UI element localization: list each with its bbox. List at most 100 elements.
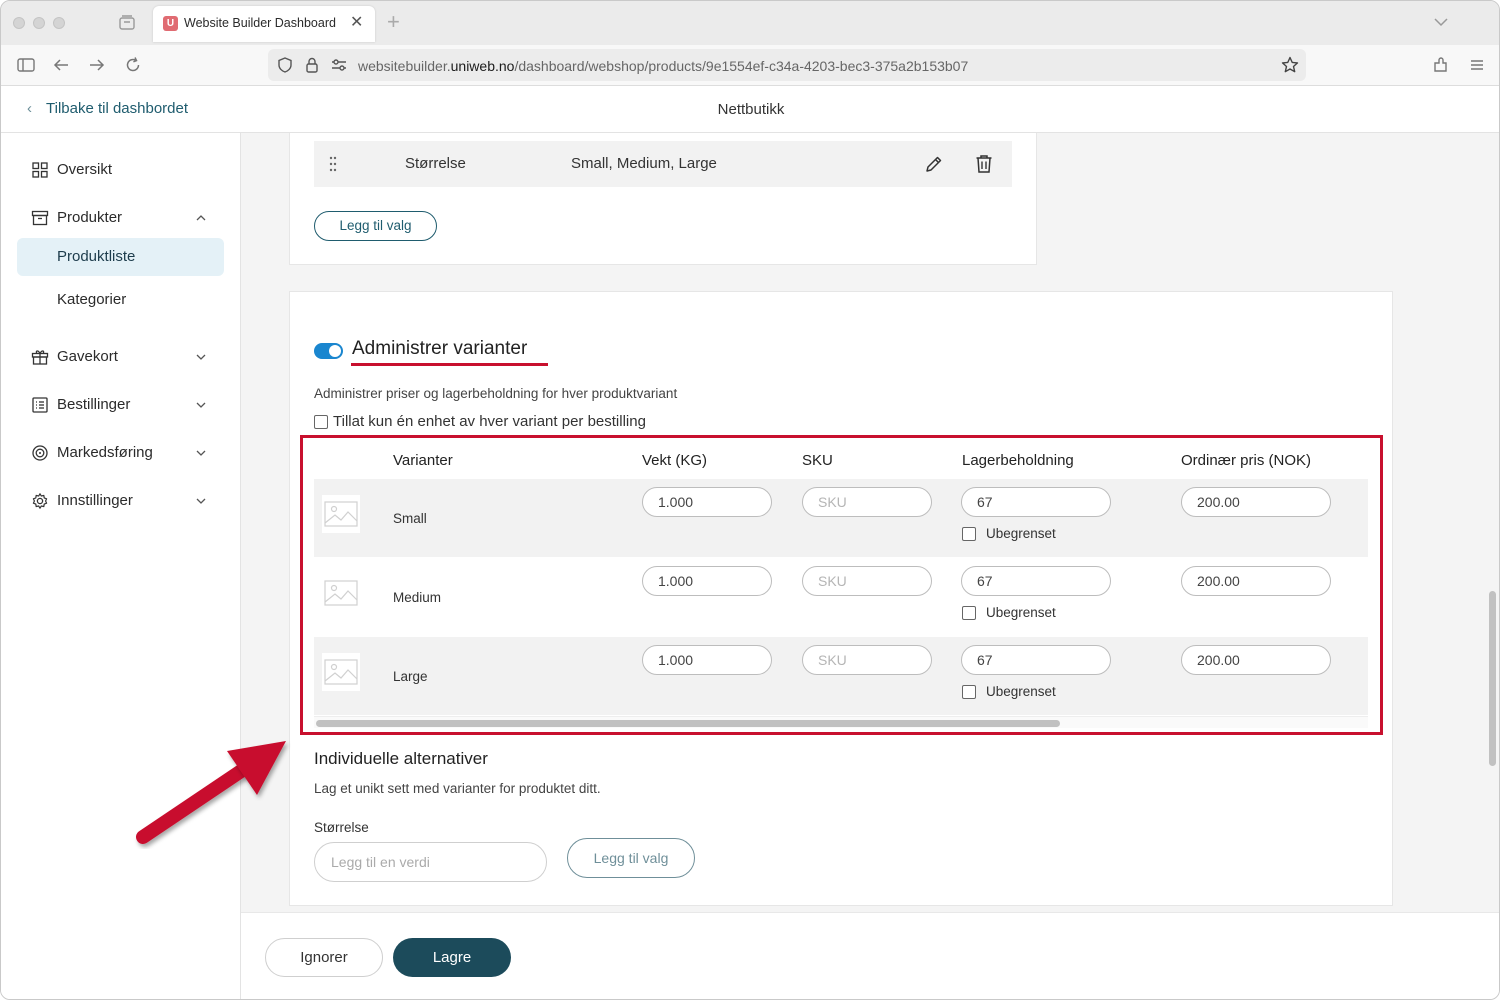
pencil-icon[interactable]: [924, 154, 944, 174]
weight-input[interactable]: 1.000: [642, 566, 772, 596]
uniweb-favicon-icon: U: [163, 16, 178, 31]
sidebar-item-markedsforing[interactable]: Markedsføring: [17, 434, 224, 472]
product-options-card: Størrelse Small, Medium, Large Legg til …: [289, 133, 1037, 265]
sidebar-toggle-icon[interactable]: [16, 55, 36, 75]
permissions-icon[interactable]: [330, 57, 348, 73]
add-value-input[interactable]: Legg til en verdi: [314, 842, 547, 882]
column-header-weight: Vekt (KG): [642, 452, 708, 469]
shield-icon[interactable]: [276, 56, 294, 74]
chevron-down-icon: [196, 354, 206, 360]
sidebar-item-label: Produktliste: [57, 248, 136, 265]
list-icon: [32, 397, 48, 413]
column-header-variants: Varianter: [393, 452, 453, 469]
variant-name: Small: [393, 511, 427, 526]
unlimited-label: Ubegrenset: [986, 605, 1056, 620]
sidebar-item-kategorier[interactable]: Kategorier: [17, 281, 224, 319]
sidebar: Oversikt Produkter Produktliste Kategori…: [1, 133, 241, 999]
weight-input[interactable]: 1.000: [642, 487, 772, 517]
gear-icon: [32, 493, 48, 509]
ignore-button[interactable]: Ignorer: [265, 938, 383, 977]
image-placeholder-icon[interactable]: [322, 495, 360, 533]
limit-one-unit-checkbox[interactable]: [314, 415, 328, 429]
unlimited-checkbox[interactable]: [962, 606, 976, 620]
bookmark-star-icon[interactable]: [1280, 55, 1300, 75]
zoom-window-button[interactable]: [53, 17, 65, 29]
sidebar-item-label: Kategorier: [57, 291, 127, 308]
active-tab[interactable]: U Website Builder Dashboard ✕: [153, 6, 375, 42]
action-footer: Ignorer Lagre: [241, 912, 1499, 999]
column-header-price: Ordinær pris (NOK): [1181, 452, 1312, 469]
price-input[interactable]: 200.00: [1181, 487, 1331, 517]
menu-icon[interactable]: [1467, 55, 1487, 75]
manage-variants-toggle[interactable]: [314, 343, 343, 359]
save-button[interactable]: Lagre: [393, 938, 511, 977]
option-row: Størrelse Small, Medium, Large: [314, 141, 1012, 187]
variant-name: Medium: [393, 590, 442, 605]
tab-overview-icon[interactable]: [117, 13, 137, 33]
add-option-button[interactable]: Legg til valg: [314, 211, 437, 241]
reload-icon[interactable]: [123, 55, 143, 75]
image-placeholder-icon[interactable]: [322, 574, 360, 612]
option-name: Størrelse: [405, 155, 466, 172]
variants-horizontal-scrollbar[interactable]: [314, 716, 1368, 728]
price-input[interactable]: 200.00: [1181, 645, 1331, 675]
url-text[interactable]: websitebuilder.uniweb.no/dashboard/websh…: [358, 58, 968, 74]
grid-icon: [32, 162, 48, 178]
limit-one-unit-label: Tillat kun én enhet av hver variant per …: [333, 413, 646, 430]
sidebar-item-label: Innstillinger: [57, 492, 133, 509]
page-title: Nettbutikk: [717, 101, 785, 118]
variants-title: Administrer varianter: [352, 338, 528, 359]
sidebar-item-innstillinger[interactable]: Innstillinger: [17, 482, 224, 520]
close-window-button[interactable]: [13, 17, 25, 29]
sidebar-item-produktliste[interactable]: Produktliste: [17, 238, 224, 276]
tab-title: Website Builder Dashboard: [184, 16, 336, 30]
column-header-sku: SKU: [802, 452, 833, 469]
chevron-down-icon: [196, 402, 206, 408]
extensions-icon[interactable]: [1431, 55, 1451, 75]
individual-options-title: Individuelle alternativer: [314, 749, 488, 768]
option-values: Small, Medium, Large: [571, 155, 717, 172]
new-tab-button[interactable]: +: [387, 11, 400, 33]
forward-arrow-icon[interactable]: [87, 55, 107, 75]
archive-box-icon: [31, 210, 49, 226]
tab-bar: U Website Builder Dashboard ✕ +: [1, 1, 1499, 45]
weight-input[interactable]: 1.000: [642, 645, 772, 675]
stock-input[interactable]: 67: [961, 487, 1111, 517]
variant-row: Small 1.000 SKU 67 Ubegrenset 200.00: [314, 479, 1368, 557]
close-tab-icon[interactable]: ✕: [350, 12, 363, 32]
stock-input[interactable]: 67: [961, 566, 1111, 596]
sidebar-item-label: Produkter: [57, 209, 123, 226]
add-option-button-secondary[interactable]: Legg til valg: [567, 838, 695, 878]
sidebar-item-oversikt[interactable]: Oversikt: [17, 151, 224, 189]
sidebar-item-gavekort[interactable]: Gavekort: [17, 338, 224, 376]
chevron-down-icon[interactable]: [1432, 13, 1450, 31]
stock-input[interactable]: 67: [961, 645, 1111, 675]
variant-row: Large 1.000 SKU 67 Ubegrenset 200.00: [314, 637, 1368, 715]
image-placeholder-icon[interactable]: [322, 653, 360, 691]
trash-icon[interactable]: [975, 154, 993, 174]
sku-input[interactable]: SKU: [802, 645, 932, 675]
lock-icon[interactable]: [304, 56, 320, 74]
price-input[interactable]: 200.00: [1181, 566, 1331, 596]
app-header: ‹ Tilbake til dashbordet Nettbutikk: [1, 86, 1499, 133]
page-vertical-scrollbar[interactable]: [1489, 591, 1496, 766]
minimize-window-button[interactable]: [33, 17, 45, 29]
drag-handle-icon[interactable]: [328, 155, 338, 173]
variants-description: Administrer priser og lagerbeholdning fo…: [314, 386, 678, 401]
sidebar-item-bestillinger[interactable]: Bestillinger: [17, 386, 224, 424]
chevron-down-icon: [196, 450, 206, 456]
sku-input[interactable]: SKU: [802, 566, 932, 596]
sidebar-item-produkter[interactable]: Produkter: [17, 199, 224, 237]
sidebar-item-label: Markedsføring: [57, 444, 153, 461]
main-content: Størrelse Small, Medium, Large Legg til …: [241, 133, 1499, 912]
address-bar[interactable]: websitebuilder.uniweb.no/dashboard/websh…: [268, 49, 1306, 81]
back-arrow-icon[interactable]: [51, 55, 71, 75]
column-header-stock: Lagerbeholdning: [962, 452, 1074, 469]
unlimited-checkbox[interactable]: [962, 685, 976, 699]
unlimited-checkbox[interactable]: [962, 527, 976, 541]
sku-input[interactable]: SKU: [802, 487, 932, 517]
individual-options-description: Lag et unikt sett med varianter for prod…: [314, 781, 601, 796]
target-icon: [32, 445, 48, 461]
scrollbar-thumb[interactable]: [316, 720, 1060, 727]
sidebar-item-label: Gavekort: [57, 348, 118, 365]
